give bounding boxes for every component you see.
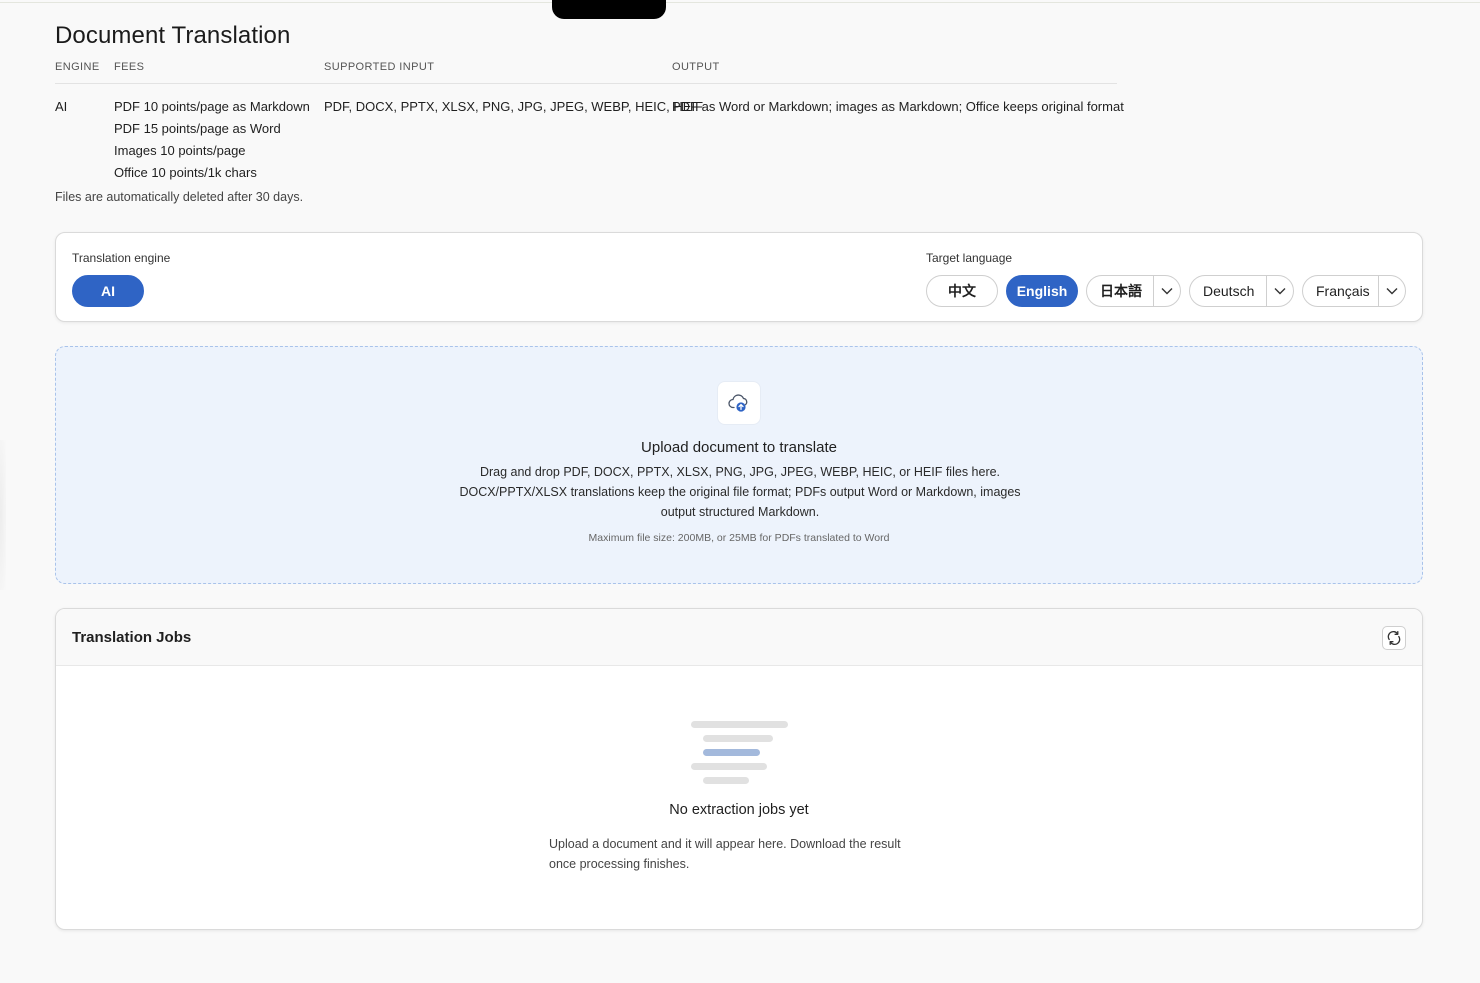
upload-icon-box [717, 381, 761, 425]
pricing-table-header: ENGINE FEES SUPPORTED INPUT OUTPUT [55, 60, 1117, 84]
camera-notch [552, 0, 666, 19]
upload-size-limit: Maximum file size: 200MB, or 25MB for PD… [588, 532, 890, 544]
engine-cell: AI [55, 99, 68, 114]
upload-description: Drag and drop PDF, DOCX, PPTX, XLSX, PNG… [450, 462, 1030, 522]
empty-state-title: No extraction jobs yet [669, 802, 809, 818]
chevron-down-icon[interactable] [1378, 276, 1405, 306]
language-french-button[interactable]: Français [1303, 283, 1378, 299]
language-japanese-pill: 日本語 [1086, 275, 1181, 307]
language-chinese-button[interactable]: 中文 [926, 275, 998, 307]
chevron-down-icon[interactable] [1266, 276, 1293, 306]
engine-ai-button[interactable]: AI [72, 275, 144, 307]
output-cell: PDF as Word or Markdown; images as Markd… [672, 99, 1124, 114]
jobs-header: Translation Jobs [56, 609, 1422, 666]
retention-note: Files are automatically deleted after 30… [55, 190, 304, 204]
engine-label: Translation engine [72, 251, 171, 265]
header-supported-input: SUPPORTED INPUT [324, 61, 435, 73]
edge-shadow [0, 440, 6, 590]
cloud-upload-icon [728, 394, 748, 412]
fees-cell: PDF 10 points/page as Markdown PDF 15 po… [114, 96, 310, 184]
language-german-pill: Deutsch [1189, 275, 1294, 307]
fee-pdf-markdown: PDF 10 points/page as Markdown [114, 99, 310, 114]
language-english-button[interactable]: English [1006, 275, 1078, 307]
language-german-button[interactable]: Deutsch [1190, 283, 1266, 299]
top-border [0, 2, 1480, 3]
target-language-label: Target language [926, 251, 1013, 265]
language-japanese-button[interactable]: 日本語 [1087, 281, 1153, 301]
jobs-title: Translation Jobs [72, 629, 192, 646]
fee-pdf-word: PDF 15 points/page as Word [114, 121, 281, 136]
header-engine: ENGINE [55, 61, 100, 73]
upload-description-line-2: DOCX/PPTX/XLSX translations keep the ori… [459, 485, 1021, 519]
fee-office: Office 10 points/1k chars [114, 165, 257, 180]
supported-input-cell: PDF, DOCX, PPTX, XLSX, PNG, JPG, JPEG, W… [324, 99, 704, 114]
translation-jobs-card: Translation Jobs No extraction jobs yet … [55, 608, 1423, 930]
chevron-down-icon[interactable] [1153, 276, 1180, 306]
upload-description-line-1: Drag and drop PDF, DOCX, PPTX, XLSX, PNG… [479, 465, 1001, 479]
page-title: Document Translation [55, 22, 291, 49]
empty-list-illustration [691, 721, 788, 785]
fee-images: Images 10 points/page [114, 143, 246, 158]
refresh-icon [1387, 630, 1401, 646]
refresh-button[interactable] [1382, 626, 1406, 650]
header-output: OUTPUT [672, 61, 720, 73]
pricing-table: ENGINE FEES SUPPORTED INPUT OUTPUT AI PD… [55, 60, 1124, 180]
header-fees: FEES [114, 61, 145, 73]
upload-title: Upload document to translate [641, 439, 837, 456]
empty-state-description: Upload a document and it will appear her… [549, 837, 901, 871]
upload-dropzone[interactable]: Upload document to translate Drag and dr… [55, 346, 1423, 584]
translation-options-card: Translation engine AI Target language 中文… [55, 232, 1423, 322]
language-french-pill: Français [1302, 275, 1406, 307]
